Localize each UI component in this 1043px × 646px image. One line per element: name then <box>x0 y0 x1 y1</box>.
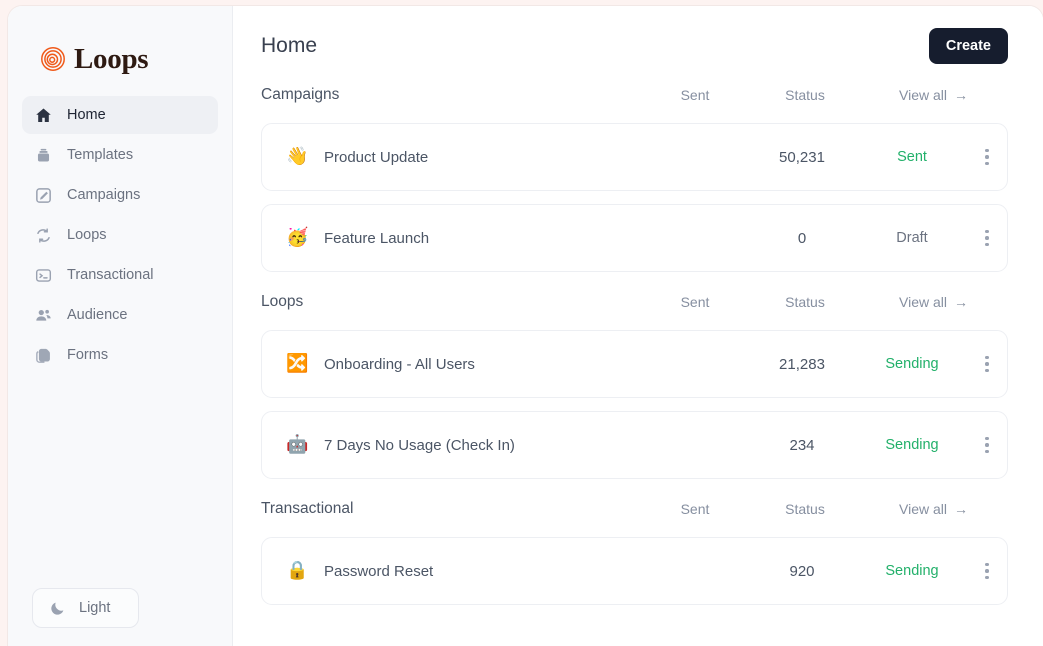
arrow-right-icon: → <box>954 87 968 103</box>
section: Loops Sent Status View all → 🔀 Onboarding - Al… <box>261 285 1008 479</box>
sidebar-item-label: Loops <box>67 227 107 243</box>
sidebar-item-label: Audience <box>67 307 128 323</box>
item-sent-count: 920 <box>789 562 815 580</box>
section-title: Transactional <box>261 500 354 517</box>
arrow-right-icon: → <box>954 501 968 517</box>
section-header: Campaigns Sent Status View all → <box>261 78 1008 112</box>
item-name: Feature Launch <box>324 229 430 247</box>
item-sent-count: 234 <box>789 436 815 454</box>
sidebar: Loops Home Templates Campaigns Loops Tra… <box>8 6 233 646</box>
forms-copy-icon <box>36 348 50 363</box>
brand[interactable]: Loops <box>8 6 232 82</box>
section: Transactional Sent Status View all → 🔒 Passwor… <box>261 492 1008 605</box>
status-badge: Draft <box>896 230 928 246</box>
list-item[interactable]: 🤖 7 Days No Usage (Check In) 234 Sending <box>261 411 1008 479</box>
theme-toggle-button[interactable]: Light <box>32 588 140 628</box>
item-name: Onboarding - All Users <box>324 355 475 373</box>
row-overflow-menu-button[interactable] <box>967 436 1007 454</box>
kebab-menu-icon <box>985 148 989 166</box>
list-item[interactable]: 🔀 Onboarding - All Users 21,283 Sending <box>261 330 1008 398</box>
sidebar-item-label: Forms <box>67 347 109 363</box>
sidebar-item-label: Home <box>67 107 106 123</box>
waving-hand-emoji: 👋 <box>286 146 309 167</box>
kebab-menu-icon <box>985 355 989 373</box>
row-overflow-menu-button[interactable] <box>967 355 1007 373</box>
status-badge: Sending <box>885 437 939 453</box>
kebab-menu-icon <box>985 229 989 247</box>
sidebar-item-label: Templates <box>67 147 134 163</box>
campaigns-pencil-icon <box>36 187 51 203</box>
moon-icon <box>51 602 64 615</box>
list-item[interactable]: 👋 Product Update 50,231 Sent <box>261 123 1008 191</box>
theme-toggle-label: Light <box>79 600 111 616</box>
row-overflow-menu-button[interactable] <box>967 562 1007 580</box>
item-sent-count: 50,231 <box>779 148 825 166</box>
column-header-sent: Sent <box>680 501 710 517</box>
terminal-icon <box>35 268 52 282</box>
theme-toggle-container: Light <box>8 588 232 646</box>
sidebar-item-home[interactable]: Home <box>22 96 218 134</box>
sidebar-item-templates[interactable]: Templates <box>22 136 218 174</box>
section-title: Campaigns <box>261 86 340 103</box>
sidebar-item-campaigns[interactable]: Campaigns <box>22 176 218 214</box>
templates-icon <box>37 148 50 161</box>
arrow-right-icon: → <box>954 294 968 310</box>
row-overflow-menu-button[interactable] <box>967 148 1007 166</box>
status-badge: Sending <box>885 356 939 372</box>
item-name: Product Update <box>324 148 429 166</box>
robot-emoji: 🤖 <box>286 434 309 455</box>
home-icon <box>36 108 51 122</box>
brand-name: Loops <box>74 42 149 75</box>
column-header-status: Status <box>785 87 825 103</box>
column-header-status: Status <box>785 501 825 517</box>
status-badge: Sending <box>885 563 939 579</box>
list-item[interactable]: 🥳 Feature Launch 0 Draft <box>261 204 1008 272</box>
item-name: 7 Days No Usage (Check In) <box>324 436 515 454</box>
item-name: Password Reset <box>324 562 434 580</box>
topbar: Home Create <box>261 6 1008 78</box>
view-all-label: View all <box>899 87 947 103</box>
item-sent-count: 0 <box>797 229 807 247</box>
view-all-link[interactable]: View all → <box>860 87 968 103</box>
status-badge: Sent <box>897 149 927 165</box>
kebab-menu-icon <box>985 562 989 580</box>
view-all-link[interactable]: View all → <box>860 294 968 310</box>
view-all-label: View all <box>899 501 947 517</box>
section-title: Loops <box>261 293 304 310</box>
shuffle-arrows-emoji: 🔀 <box>286 353 309 374</box>
sidebar-item-label: Campaigns <box>67 187 141 203</box>
kebab-menu-icon <box>985 436 989 454</box>
view-all-label: View all <box>899 294 947 310</box>
section-header: Transactional Sent Status View all → <box>261 492 1008 526</box>
party-face-emoji: 🥳 <box>286 227 309 248</box>
column-header-sent: Sent <box>680 87 710 103</box>
sidebar-item-forms[interactable]: Forms <box>22 336 218 374</box>
sidebar-item-transactional[interactable]: Transactional <box>22 256 218 294</box>
page-title: Home <box>261 34 318 57</box>
main-content: Home Create Campaigns Sent Status View all →… <box>233 6 1043 646</box>
row-overflow-menu-button[interactable] <box>967 229 1007 247</box>
sections-root: Campaigns Sent Status View all → 👋 Product Upd… <box>261 78 1008 605</box>
sidebar-nav: Home Templates Campaigns Loops Transacti… <box>8 82 232 374</box>
list-item[interactable]: 🔒 Password Reset 920 Sending <box>261 537 1008 605</box>
sidebar-item-label: Transactional <box>67 267 154 283</box>
item-sent-count: 21,283 <box>779 355 825 373</box>
section-header: Loops Sent Status View all → <box>261 285 1008 319</box>
sidebar-item-loops[interactable]: Loops <box>22 216 218 254</box>
lock-emoji: 🔒 <box>286 560 309 581</box>
app-window: Loops Home Templates Campaigns Loops Tra… <box>8 6 1043 646</box>
create-button[interactable]: Create <box>928 28 1008 64</box>
people-icon <box>36 309 51 321</box>
column-header-status: Status <box>785 294 825 310</box>
sidebar-item-audience[interactable]: Audience <box>22 296 218 334</box>
loops-spiral-logo-icon <box>41 47 65 71</box>
loops-refresh-icon <box>37 227 50 243</box>
section: Campaigns Sent Status View all → 👋 Product Upd… <box>261 78 1008 272</box>
view-all-link[interactable]: View all → <box>860 501 968 517</box>
column-header-sent: Sent <box>680 294 710 310</box>
